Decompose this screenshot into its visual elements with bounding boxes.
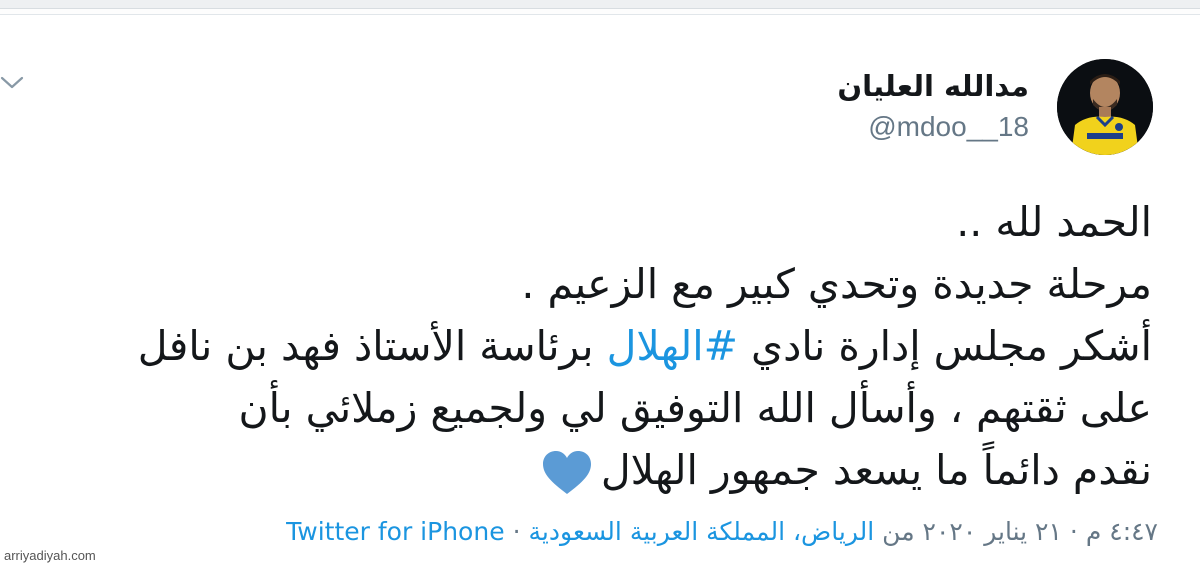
location-prefix: من [882,517,915,546]
tweet-card[interactable]: مدالله العليان @mdoo__18 الحمد لله .. مر… [0,14,1200,566]
avatar[interactable] [1057,59,1153,155]
tweet-line-text: أشكر مجلس إدارة نادي [738,322,1152,370]
author-handle[interactable]: @mdoo__18 [868,111,1029,143]
tweet-line: أشكر مجلس إدارة نادي #الهلال برئاسة الأس… [0,315,1152,377]
watermark: arriyadiyah.com [4,548,96,563]
source-link[interactable]: Twitter for iPhone [286,517,504,546]
tweet-line: مرحلة جديدة وتحدي كبير مع الزعيم . [521,260,1152,308]
meta-separator: · [1069,517,1078,546]
tweet-date[interactable]: ٢١ يناير ٢٠٢٠ [923,517,1062,546]
tweet-line-text: نقدم دائماً ما يسعد جمهور الهلال [600,446,1152,494]
tweet-text: الحمد لله .. مرحلة جديدة وتحدي كبير مع ا… [0,191,1152,501]
previous-tweet-edge [0,0,1200,9]
tweet-line-text: برئاسة الأستاذ فهد بن نافل [137,322,607,370]
tweet-meta: ٤:٤٧ م·٢١ يناير ٢٠٢٠ من الرياض، المملكة … [286,517,1158,546]
meta-separator: · [512,517,521,546]
tweet-line: الحمد لله .. [956,198,1152,246]
tweet-line: على ثقتهم ، وأسأل الله التوفيق لي ولجميع… [238,384,1152,432]
chevron-down-icon[interactable] [0,71,24,95]
screenshot: مدالله العليان @mdoo__18 الحمد لله .. مر… [0,0,1200,566]
player-avatar-icon [1057,59,1153,155]
tweet-line: نقدم دائماً ما يسعد جمهور الهلال [0,439,1152,501]
author-name[interactable]: مدالله العليان [837,69,1029,103]
location-link[interactable]: الرياض، المملكة العربية السعودية [529,517,875,546]
tweet-time[interactable]: ٤:٤٧ م [1086,517,1158,546]
blue-heart-icon [542,451,591,494]
hashtag-link[interactable]: #الهلال [607,322,738,370]
